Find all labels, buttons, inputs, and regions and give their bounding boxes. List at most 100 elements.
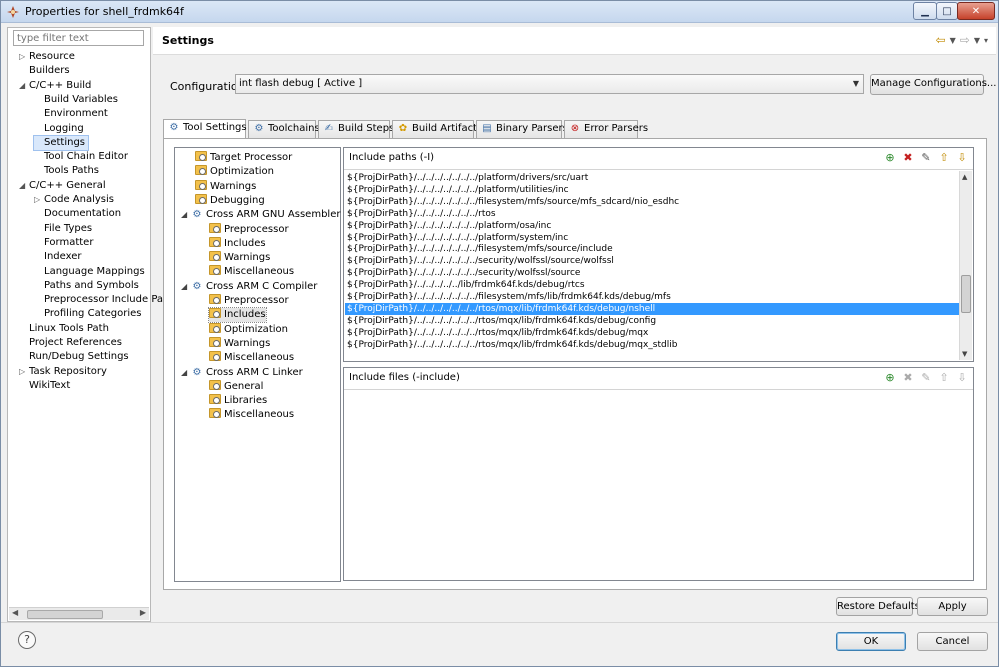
tool-option-node[interactable]: Optimization	[195, 165, 274, 179]
cancel-button[interactable]: Cancel	[917, 632, 988, 651]
help-icon[interactable]: ?	[18, 631, 36, 649]
tab-error-parsers[interactable]: ⊗ Error Parsers	[564, 120, 648, 138]
scroll-left-icon[interactable]: ◀	[12, 608, 18, 617]
nav-item[interactable]: Paths and Symbols	[34, 279, 139, 293]
scroll-up-icon[interactable]: ▲	[962, 173, 967, 181]
move-up-icon[interactable]: ⇧	[937, 151, 951, 165]
tool-option-node[interactable]: Preprocessor	[209, 222, 289, 237]
tool-option-node[interactable]: Debugging	[195, 193, 265, 208]
scroll-down-icon[interactable]: ▼	[962, 350, 967, 358]
tool-option-node[interactable]: Miscellaneous	[209, 408, 294, 422]
back-arrow-icon[interactable]: ⇦	[936, 33, 946, 47]
move-down-icon[interactable]: ⇩	[955, 151, 969, 165]
include-path-row[interactable]: ${ProjDirPath}/../../../../../../../rtos…	[345, 302, 959, 315]
configuration-select[interactable]: int flash debug [ Active ] ▼	[235, 74, 864, 94]
tab-build-steps[interactable]: ✍ Build Steps	[318, 120, 394, 138]
delete-icon[interactable]: ✖	[901, 151, 915, 165]
forward-menu-chevron-icon[interactable]: ▼	[974, 36, 980, 45]
nav-item[interactable]: Project References	[19, 336, 122, 350]
tab-binary-parsers[interactable]: ▤ Binary Parsers	[476, 120, 568, 138]
nav-item[interactable]: Builders	[19, 64, 70, 78]
tool-option-node[interactable]: Miscellaneous	[209, 351, 294, 365]
nav-item[interactable]: ◢ C/C++ Build	[19, 79, 91, 93]
include-path-row[interactable]: ${ProjDirPath}/../../../../../lib/frdmk6…	[345, 279, 959, 291]
include-path-row[interactable]: ${ProjDirPath}/../../../../../../../secu…	[345, 267, 959, 279]
include-path-row[interactable]: ${ProjDirPath}/../../../../../../../plat…	[345, 220, 959, 232]
tool-node[interactable]: ◢ ⚙ Cross ARM C Linker	[181, 366, 303, 380]
tool-option-node[interactable]: Libraries	[209, 394, 267, 408]
close-button[interactable]: ✕	[957, 2, 995, 20]
tool-option-node[interactable]: Preprocessor	[209, 294, 289, 308]
tool-option-node[interactable]: General	[209, 379, 263, 394]
maximize-button[interactable]: □	[936, 2, 958, 20]
include-path-row[interactable]: ${ProjDirPath}/../../../../../../../plat…	[345, 172, 959, 184]
include-path-row[interactable]: ${ProjDirPath}/../../../../../../../plat…	[345, 232, 959, 244]
nav-item[interactable]: Environment	[34, 107, 108, 121]
horizontal-scrollbar[interactable]: ◀ ▶	[9, 607, 149, 620]
expander-icon[interactable]: ▷	[34, 193, 44, 207]
filter-input[interactable]	[13, 30, 144, 46]
minimize-button[interactable]: ▁	[913, 2, 937, 20]
nav-item[interactable]: Tool Chain Editor	[34, 150, 128, 164]
nav-item[interactable]: Preprocessor Include Pa	[34, 293, 163, 307]
nav-item[interactable]: Build Variables	[34, 93, 118, 107]
tool-option-node[interactable]: Includes	[208, 307, 267, 324]
tool-node[interactable]: ◢ ⚙ Cross ARM GNU Assembler	[181, 208, 340, 222]
include-path-row[interactable]: ${ProjDirPath}/../../../../../../../rtos…	[345, 315, 959, 327]
include-path-row[interactable]: ${ProjDirPath}/../../../../../../../file…	[345, 291, 959, 303]
tool-node[interactable]: ◢ ⚙ Cross ARM C Compiler	[181, 280, 317, 294]
nav-item[interactable]: Logging	[34, 122, 84, 136]
tool-option-node[interactable]: Warnings	[195, 179, 256, 194]
manage-configurations-button[interactable]: Manage Configurations...	[870, 74, 996, 95]
edit-icon[interactable]: ✎	[919, 151, 933, 165]
tool-option-node[interactable]: Miscellaneous	[209, 265, 294, 279]
tool-option-node[interactable]: Includes	[209, 236, 266, 251]
expander-icon[interactable]: ◢	[19, 179, 29, 193]
tool-option-node[interactable]: Warnings	[209, 336, 270, 351]
include-path-row[interactable]: ${ProjDirPath}/../../../../../../../rtos	[345, 208, 959, 220]
nav-item[interactable]: WikiText	[19, 379, 70, 393]
back-menu-chevron-icon[interactable]: ▼	[950, 36, 956, 45]
include-path-row[interactable]: ${ProjDirPath}/../../../../../../../secu…	[345, 255, 959, 267]
tool-option-node[interactable]: Optimization	[209, 322, 288, 337]
include-path-row[interactable]: ${ProjDirPath}/../../../../../../../file…	[345, 243, 959, 255]
tool-option-node[interactable]: Target Processor	[195, 151, 292, 165]
nav-item[interactable]: ▷ Resource	[19, 50, 75, 64]
expander-icon[interactable]: ▷	[19, 50, 29, 64]
expander-icon[interactable]: ▷	[19, 365, 29, 379]
chevron-down-icon[interactable]: ▼	[853, 75, 859, 93]
scrollbar-thumb[interactable]	[27, 610, 103, 619]
scroll-right-icon[interactable]: ▶	[140, 608, 146, 617]
nav-item[interactable]: ▷ Task Repository	[19, 365, 107, 379]
nav-item[interactable]: Linux Tools Path	[19, 322, 109, 336]
include-path-row[interactable]: ${ProjDirPath}/../../../../../../../file…	[345, 196, 959, 208]
nav-item[interactable]: Language Mappings	[34, 265, 145, 279]
tab-tool-settings[interactable]: ⚙ Tool Settings	[163, 119, 247, 139]
scrollbar-thumb[interactable]	[961, 275, 971, 313]
include-paths-scrollbar[interactable]: ▲ ▼	[959, 171, 972, 360]
apply-button[interactable]: Apply	[917, 597, 988, 616]
restore-defaults-button[interactable]: Restore Defaults	[836, 597, 920, 616]
nav-item[interactable]: File Types	[34, 222, 92, 236]
include-path-row[interactable]: ${ProjDirPath}/../../../../../../../rtos…	[345, 327, 959, 339]
tab-build-artifact[interactable]: ✿ Build Artifact	[392, 120, 477, 138]
nav-item[interactable]: Run/Debug Settings	[19, 350, 129, 364]
ok-button[interactable]: OK	[836, 632, 906, 651]
expander-icon[interactable]: ◢	[181, 208, 191, 222]
forward-arrow-icon[interactable]: ⇨	[960, 33, 970, 47]
nav-item[interactable]: Documentation	[34, 207, 121, 221]
nav-item[interactable]: Formatter	[34, 236, 93, 250]
nav-item[interactable]: Tools Paths	[34, 164, 99, 178]
nav-item[interactable]: Indexer	[34, 250, 82, 264]
tool-option-node[interactable]: Warnings	[209, 251, 270, 265]
tab-toolchains[interactable]: ⚙ Toolchains	[248, 120, 320, 138]
add-icon[interactable]: ⊕	[883, 371, 897, 385]
nav-item[interactable]: Settings	[32, 134, 90, 151]
expander-icon[interactable]: ◢	[181, 366, 191, 380]
include-path-row[interactable]: ${ProjDirPath}/../../../../../../../rtos…	[345, 339, 959, 351]
add-icon[interactable]: ⊕	[883, 151, 897, 165]
expander-icon[interactable]: ◢	[181, 280, 191, 294]
nav-item[interactable]: Profiling Categories	[34, 307, 142, 321]
expander-icon[interactable]: ◢	[19, 79, 29, 93]
view-menu-icon[interactable]: ▾	[984, 36, 988, 45]
